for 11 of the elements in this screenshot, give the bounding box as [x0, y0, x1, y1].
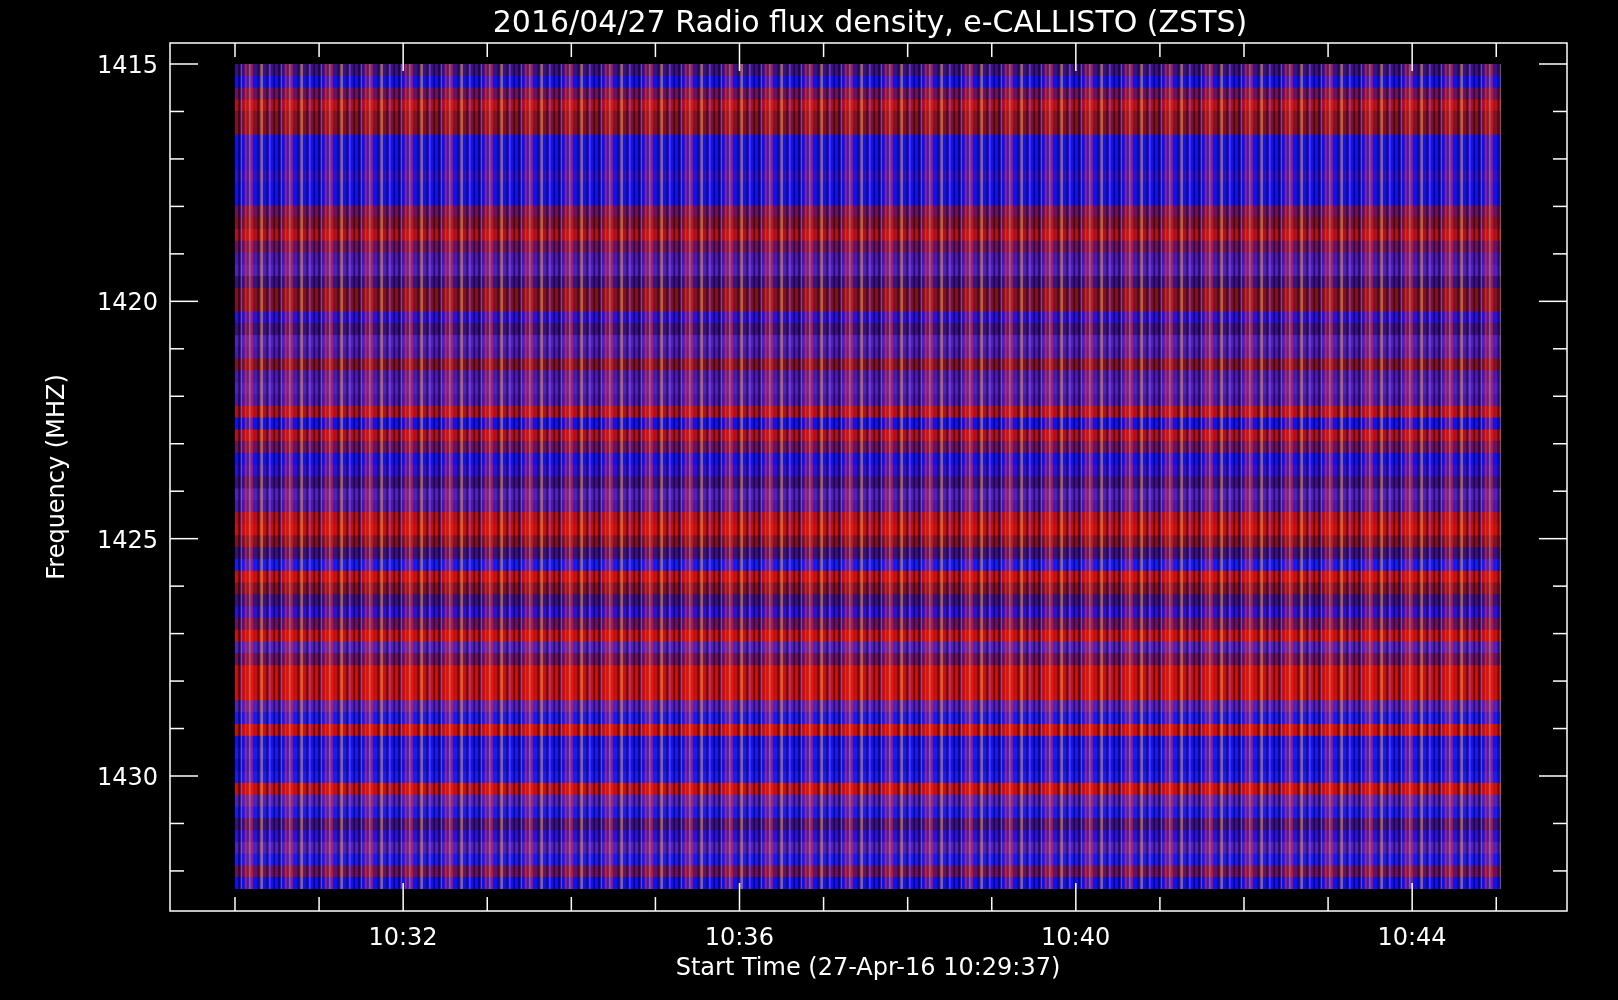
x-tick-label: 10:44 — [1377, 923, 1447, 951]
y-tick-label: 1430 — [96, 763, 158, 791]
x-tick-label: 10:40 — [1041, 923, 1111, 951]
x-tick-label: 10:32 — [368, 923, 438, 951]
y-axis-label: Frequency (MHZ) — [42, 374, 70, 580]
chart-title: 2016/04/27 Radio flux density, e-CALLISTO (ZSTS) — [492, 4, 1248, 39]
y-tick-label: 1420 — [96, 288, 158, 317]
x-axis-label: Start Time (27-Apr-16 10:29:37) — [675, 953, 1061, 981]
y-tick-label: 1415 — [96, 51, 158, 79]
x-tick-label: 10:36 — [704, 923, 774, 951]
y-tick-label: 1425 — [96, 525, 158, 554]
